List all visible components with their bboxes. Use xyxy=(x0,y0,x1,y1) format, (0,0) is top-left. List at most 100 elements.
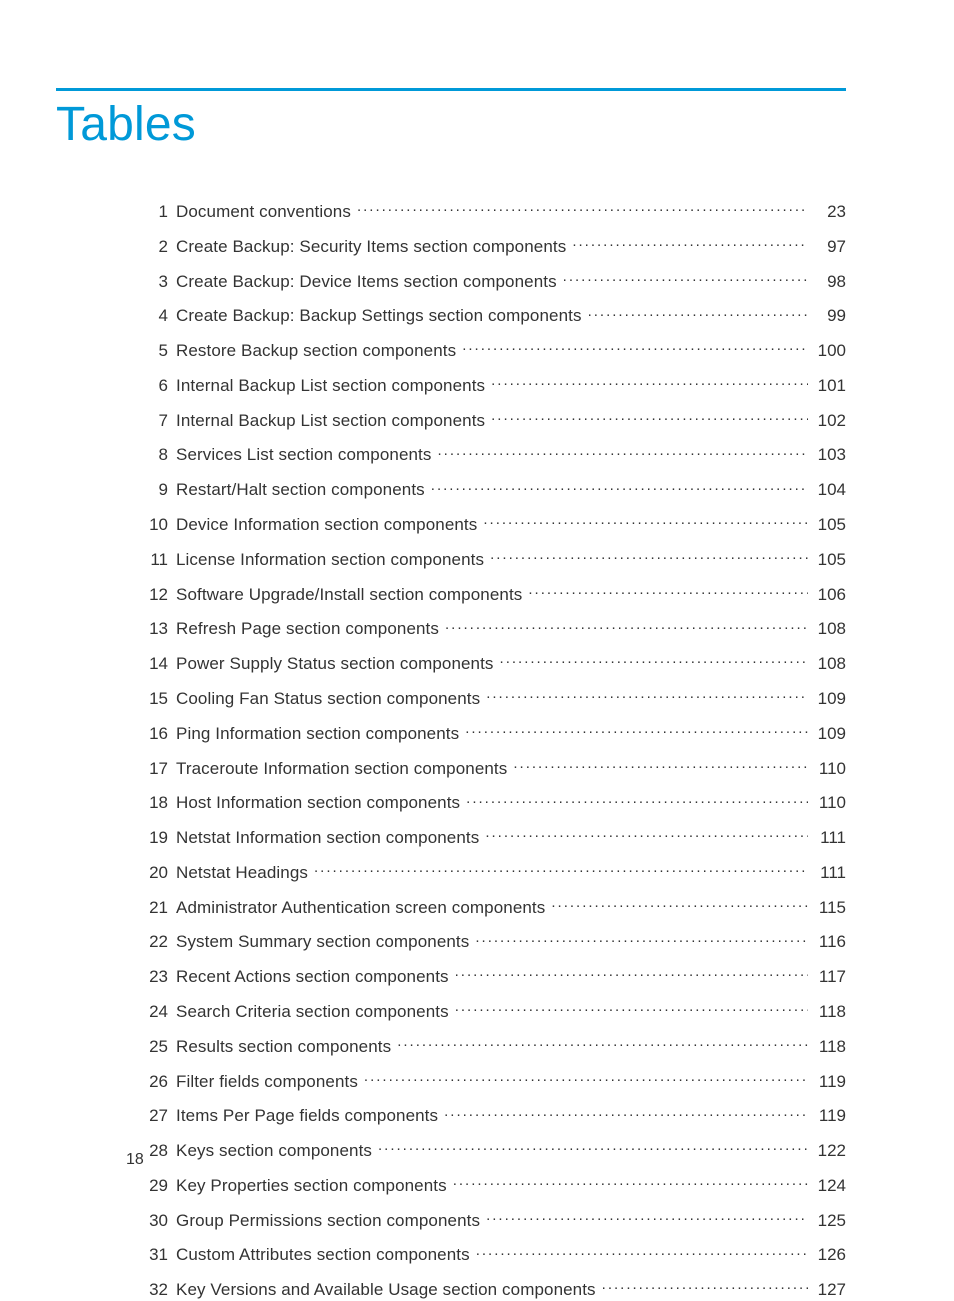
toc-entry[interactable]: 29Key Properties section components124 xyxy=(140,1174,846,1196)
toc-entry[interactable]: 5Restore Backup section components100 xyxy=(140,339,846,361)
toc-entry-label: Recent Actions section components xyxy=(176,967,449,987)
toc-leader-dots xyxy=(513,757,808,774)
toc-entry-page: 105 xyxy=(814,550,846,570)
toc-entry-page: 118 xyxy=(814,1002,846,1022)
toc-leader-dots xyxy=(483,513,808,530)
toc-entry[interactable]: 31Custom Attributes section components12… xyxy=(140,1243,846,1265)
page-number: 18 xyxy=(126,1151,144,1169)
toc-entry[interactable]: 21Administrator Authentication screen co… xyxy=(140,896,846,918)
toc-entry[interactable]: 17 Traceroute Information section compone… xyxy=(140,757,846,779)
toc-entry-number: 8 xyxy=(140,445,168,465)
toc-leader-dots xyxy=(563,270,808,287)
toc-entry[interactable]: 13Refresh Page section components108 xyxy=(140,617,846,639)
toc-entry[interactable]: 8Services List section components103 xyxy=(140,443,846,465)
toc-entry[interactable]: 14 Power Supply Status section components… xyxy=(140,652,846,674)
toc-leader-dots xyxy=(466,791,808,808)
toc-entry[interactable]: 3Create Backup: Device Items section com… xyxy=(140,270,846,292)
toc-entry[interactable]: 11License Information section components… xyxy=(140,548,846,570)
toc-entry-page: 23 xyxy=(814,202,846,222)
toc-entry[interactable]: 6Internal Backup List section components… xyxy=(140,374,846,396)
toc-leader-dots xyxy=(491,374,808,391)
section-title: Tables xyxy=(56,97,846,152)
toc-leader-dots xyxy=(551,896,808,913)
toc-entry-number: 17 xyxy=(140,759,168,779)
toc-entry-page: 102 xyxy=(814,411,846,431)
toc-entry-label: Power Supply Status section components xyxy=(176,654,494,674)
toc-leader-dots xyxy=(455,1000,808,1017)
toc-entry-number: 10 xyxy=(140,515,168,535)
toc-entry-number: 9 xyxy=(140,480,168,500)
toc-entry-label: Restart/Halt section components xyxy=(176,480,425,500)
toc-entry-page: 115 xyxy=(814,898,846,918)
toc-entry-label: Device Information section components xyxy=(176,515,477,535)
toc-entry-label: Internal Backup List section components xyxy=(176,411,485,431)
toc-leader-dots xyxy=(500,652,808,669)
toc-entry-label: Create Backup: Security Items section co… xyxy=(176,237,566,257)
toc-entry[interactable]: 12Software Upgrade/Install section compo… xyxy=(140,583,846,605)
toc-leader-dots xyxy=(465,722,808,739)
toc-entry-label: Internal Backup List section components xyxy=(176,376,485,396)
toc-leader-dots xyxy=(485,826,808,843)
toc-entry-page: 119 xyxy=(814,1106,846,1126)
toc-entry-number: 13 xyxy=(140,619,168,639)
toc-entry[interactable]: 18Host Information section components110 xyxy=(140,791,846,813)
toc-entry-page: 124 xyxy=(814,1176,846,1196)
toc-entry-number: 4 xyxy=(140,306,168,326)
toc-entry[interactable]: 2 Create Backup: Security Items section c… xyxy=(140,235,846,257)
toc-entry[interactable]: 23Recent Actions section components117 xyxy=(140,965,846,987)
toc-entry-number: 31 xyxy=(140,1245,168,1265)
toc-entry[interactable]: 30 Group Permissions section components 12… xyxy=(140,1209,846,1231)
toc-entry-label: Key Properties section components xyxy=(176,1176,447,1196)
toc-entry[interactable]: 26Filter fields components119 xyxy=(140,1070,846,1092)
toc-entry-number: 2 xyxy=(140,237,168,257)
toc-entry-page: 116 xyxy=(814,932,846,952)
toc-entry[interactable]: 32Key Versions and Available Usage secti… xyxy=(140,1278,846,1300)
toc-entry-number: 23 xyxy=(140,967,168,987)
toc-entry-number: 14 xyxy=(140,654,168,674)
toc-entry-number: 28 xyxy=(140,1141,168,1161)
toc-entry-number: 21 xyxy=(140,898,168,918)
toc-entry[interactable]: 28Keys section components122 xyxy=(140,1139,846,1161)
toc-entry[interactable]: 20Netstat Headings111 xyxy=(140,861,846,883)
toc-entry-label: Ping Information section components xyxy=(176,724,459,744)
toc-entry-label: Traceroute Information section component… xyxy=(176,759,507,779)
toc-entry-label: Cooling Fan Status section components xyxy=(176,689,480,709)
toc-leader-dots xyxy=(357,200,808,217)
toc-entry-page: 122 xyxy=(814,1141,846,1161)
toc-entry-page: 125 xyxy=(814,1211,846,1231)
toc-entry[interactable]: 27Items Per Page fields components119 xyxy=(140,1104,846,1126)
toc-entry-label: Document conventions xyxy=(176,202,351,222)
toc-entry-page: 98 xyxy=(814,272,846,292)
toc-entry-label: Services List section components xyxy=(176,445,432,465)
toc-entry[interactable]: 22System Summary section components116 xyxy=(140,930,846,952)
toc-leader-dots xyxy=(438,443,809,460)
toc-entry[interactable]: 4Create Backup: Backup Settings section … xyxy=(140,304,846,326)
toc-entry[interactable]: 15Cooling Fan Status section components1… xyxy=(140,687,846,709)
toc-entry-page: 109 xyxy=(814,689,846,709)
toc-entry[interactable]: 10 Device Information section components 1… xyxy=(140,513,846,535)
toc-leader-dots xyxy=(364,1070,808,1087)
toc-entry[interactable]: 1 Document conventions 23 xyxy=(140,200,846,222)
toc-entry[interactable]: 9Restart/Halt section components104 xyxy=(140,478,846,500)
toc-leader-dots xyxy=(397,1035,808,1052)
toc-entry-number: 18 xyxy=(140,793,168,813)
toc-entry-label: Group Permissions section components xyxy=(176,1211,480,1231)
toc-entry-number: 30 xyxy=(140,1211,168,1231)
toc-entry-label: Search Criteria section components xyxy=(176,1002,449,1022)
toc-leader-dots xyxy=(431,478,808,495)
toc-leader-dots xyxy=(486,1209,808,1226)
toc-entry[interactable]: 7Internal Backup List section components… xyxy=(140,409,846,431)
toc-entry[interactable]: 16Ping Information section components109 xyxy=(140,722,846,744)
toc-entry[interactable]: 19Netstat Information section components… xyxy=(140,826,846,848)
toc-entry-page: 111 xyxy=(814,863,846,883)
toc-entry-number: 20 xyxy=(140,863,168,883)
toc-entry-number: 1 xyxy=(140,202,168,222)
toc-entry-page: 105 xyxy=(814,515,846,535)
toc-entry[interactable]: 24Search Criteria section components118 xyxy=(140,1000,846,1022)
toc-entry-number: 25 xyxy=(140,1037,168,1057)
toc-entry-number: 3 xyxy=(140,272,168,292)
toc-entry-page: 109 xyxy=(814,724,846,744)
toc-leader-dots xyxy=(572,235,808,252)
toc-entry-number: 12 xyxy=(140,585,168,605)
toc-entry[interactable]: 25Results section components118 xyxy=(140,1035,846,1057)
